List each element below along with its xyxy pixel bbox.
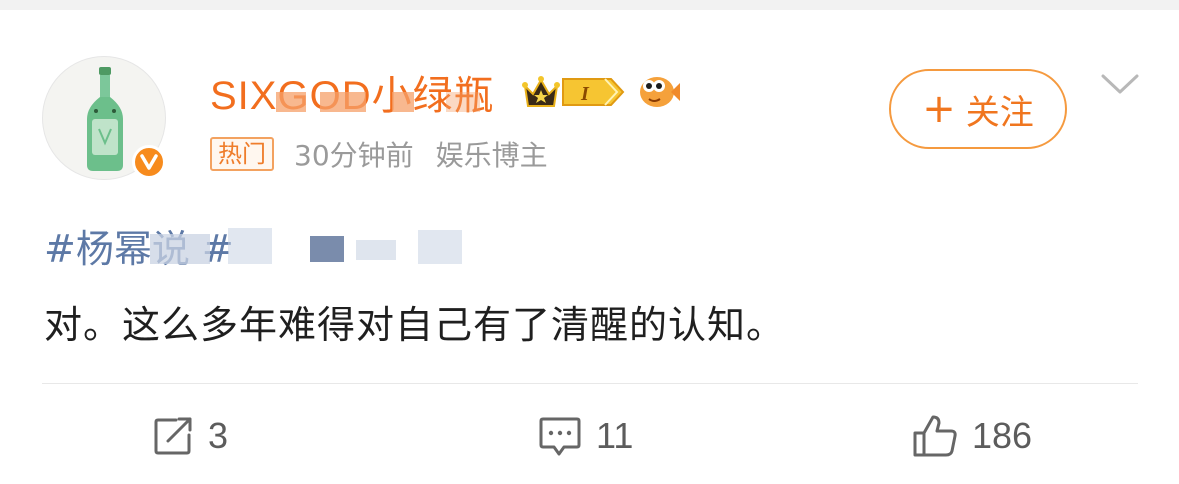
follow-label: 关注 <box>965 92 1034 133</box>
hashtag-blur <box>150 222 495 268</box>
level-badge-text: I <box>580 83 590 105</box>
chevron-down-icon[interactable] <box>1100 72 1140 96</box>
avatar[interactable] <box>42 56 166 180</box>
share-count: 3 <box>208 415 229 456</box>
fish-icon <box>639 77 680 107</box>
post-meta-row: 热门 30分钟前 娱乐博主 <box>210 136 548 172</box>
comment-button[interactable]: 11 <box>538 412 633 460</box>
level-badge-icon: I <box>561 78 624 106</box>
post-time: 30分钟前 <box>294 139 414 172</box>
name-mosaic <box>276 92 306 112</box>
comment-icon <box>539 417 581 456</box>
follow-button[interactable]: + 关注 <box>889 69 1067 149</box>
plus-icon: + <box>922 86 956 132</box>
green-bottle-avatar-icon <box>87 67 123 171</box>
name-mosaic <box>392 92 414 112</box>
name-mosaic <box>446 92 480 112</box>
share-button[interactable]: 3 <box>152 412 228 460</box>
verified-icon <box>132 145 166 179</box>
top-divider-strip <box>0 0 1179 10</box>
hot-tag: 热门 <box>210 137 274 171</box>
share-icon <box>154 417 192 455</box>
crown-icon <box>521 76 560 107</box>
actions-divider <box>42 383 1138 384</box>
member-badge[interactable]: I <box>521 72 625 112</box>
comment-count: 11 <box>596 415 634 456</box>
author-role: 娱乐博主 <box>435 139 548 172</box>
like-button[interactable]: 186 <box>912 412 1032 460</box>
name-mosaic <box>320 92 366 112</box>
thumbs-up-icon <box>913 415 957 457</box>
post-content: 对。这么多年难得对自己有了清醒的认知。 <box>44 303 786 347</box>
like-count: 186 <box>972 415 1033 456</box>
